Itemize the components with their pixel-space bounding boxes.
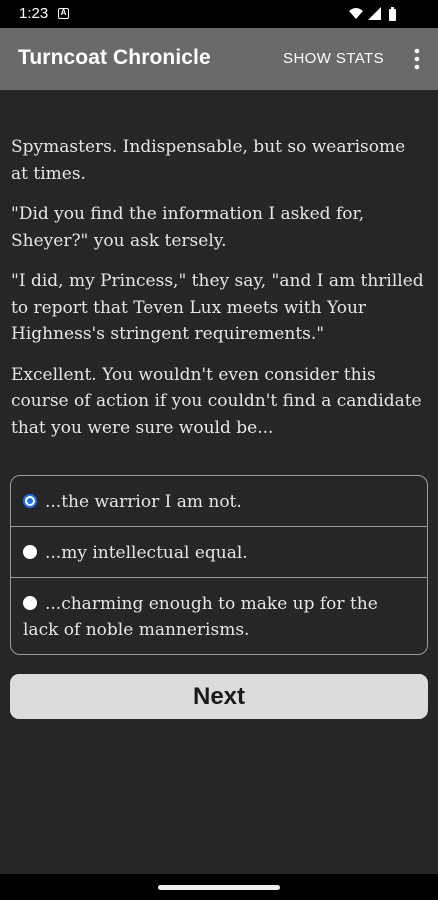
choice-label: ...the warrior I am not.	[45, 492, 242, 512]
story-paragraph: "Did you find the information I asked fo…	[11, 204, 365, 251]
choice-option-intellectual[interactable]: ...my intellectual equal.	[11, 527, 427, 578]
navigation-bar	[0, 874, 438, 900]
app-title: Turncoat Chronicle	[18, 46, 211, 69]
radio-selected-icon[interactable]	[23, 494, 37, 508]
radio-unselected-icon[interactable]	[23, 596, 37, 610]
more-vert-icon[interactable]	[414, 48, 420, 70]
status-bar: 1:23 A	[0, 0, 438, 28]
screen: 1:23 A Turncoat Chronicle SHOW STATS Spy…	[0, 0, 438, 900]
story-paragraph: Spymasters. Indispensable, but so wearis…	[11, 137, 406, 184]
signal-icon	[368, 7, 381, 20]
story-text: Spymasters. Indispensable, but so wearis…	[11, 134, 427, 455]
choice-label: ...charming enough to make up for the la…	[23, 594, 378, 640]
choice-option-warrior[interactable]: ...the warrior I am not.	[11, 476, 427, 527]
choice-option-charming[interactable]: ...charming enough to make up for the la…	[11, 578, 427, 654]
content-area: Spymasters. Indispensable, but so wearis…	[0, 90, 438, 874]
story-paragraph: "I did, my Princess," they say, "and I a…	[11, 271, 424, 344]
next-button[interactable]: Next	[10, 674, 428, 719]
system-icons	[349, 7, 396, 21]
app-bar: Turncoat Chronicle SHOW STATS	[0, 28, 438, 90]
choice-list: ...the warrior I am not. ...my intellect…	[10, 475, 428, 655]
radio-unselected-icon[interactable]	[23, 545, 37, 559]
home-gesture-handle[interactable]	[158, 885, 280, 890]
show-stats-button[interactable]: SHOW STATS	[283, 50, 384, 67]
wifi-icon	[349, 8, 363, 19]
story-paragraph: Excellent. You wouldn't even consider th…	[11, 364, 422, 438]
status-time: 1:23	[19, 5, 49, 22]
a-icon: A	[58, 8, 69, 19]
choice-label: ...my intellectual equal.	[45, 543, 248, 563]
battery-icon	[389, 7, 396, 21]
